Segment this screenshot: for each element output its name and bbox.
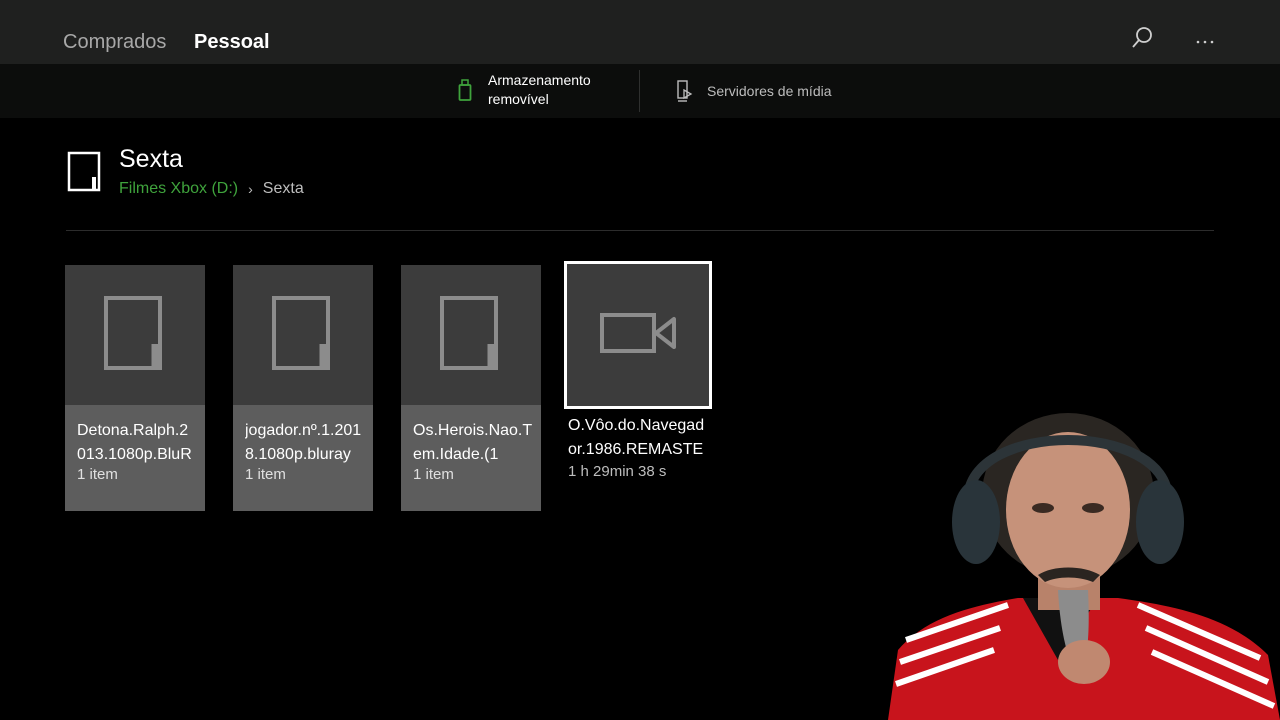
header-divider [66,230,1214,231]
webcam-overlay [888,400,1280,720]
folder-tile[interactable]: Detona.Ralph.2013.1080p.BluRay 1 item [65,265,205,511]
folder-tile[interactable]: Os.Herois.Nao.Tem.Idade.(1 1 item [401,265,541,511]
media-servers-label: Servidores de mídia [707,82,832,99]
media-server-icon [676,80,694,102]
removable-storage-label-line2: removível [488,91,549,107]
search-icon[interactable] [1128,24,1156,52]
breadcrumb-current: Sexta [262,180,304,197]
folder-icon [271,295,335,376]
tab-comprados[interactable]: Comprados [63,30,166,54]
item-duration: 1 h 29min 38 s [568,463,667,480]
storage-source-bar: Armazenamento removível Servidores de mí… [0,64,1280,118]
top-navigation-bar: Comprados Pessoal [0,0,1280,64]
media-servers-button[interactable]: Servidores de mídia [676,80,832,102]
item-name: Os.Herois.Nao.Tem.Idade.(1 [413,422,533,463]
breadcrumb-root[interactable]: Filmes Xbox (D:) [119,179,238,199]
item-meta: 1 item [245,466,286,483]
usb-drive-icon [456,78,474,102]
item-name: O.Vôo.do.Navegador.1986.REMASTERED [568,417,705,458]
removable-storage-label-line1: Armazenamento [488,72,591,88]
page-title: Sexta [119,145,183,173]
more-icon[interactable] [1191,24,1219,52]
breadcrumb-separator: › [248,181,253,197]
video-tile[interactable] [564,261,712,409]
item-name: jogador.nº.1.2018.1080p.bluray [245,422,362,463]
video-camera-icon [599,311,677,360]
folder-tile[interactable]: jogador.nº.1.2018.1080p.bluray 1 item [233,265,373,511]
folder-icon [439,295,503,376]
folder-icon [103,295,167,376]
item-meta: 1 item [413,466,454,483]
folder-icon [66,150,102,199]
item-name: Detona.Ralph.2013.1080p.BluRay [77,422,192,463]
breadcrumb: Filmes Xbox (D:) › Sexta [119,179,304,199]
removable-storage-button[interactable]: Armazenamento removível [456,71,591,109]
subbar-divider [639,70,640,112]
tab-pessoal[interactable]: Pessoal [194,30,270,54]
item-meta: 1 item [77,466,118,483]
